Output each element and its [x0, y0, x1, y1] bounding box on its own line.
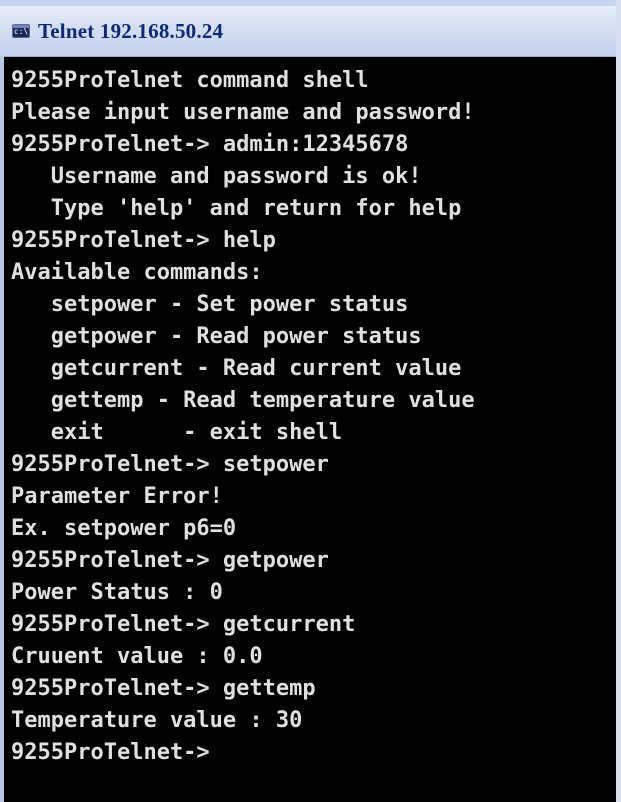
console-line: Power Status : 0: [11, 580, 223, 605]
console-line: gettemp - Read temperature value: [11, 388, 475, 413]
console-line: 9255ProTelnet-> getcurrent: [11, 612, 356, 637]
window-frame-right: [616, 0, 621, 802]
console-line: 9255ProTelnet-> getpower: [11, 548, 329, 573]
console-line: 9255ProTelnet command shell: [11, 68, 369, 93]
console-window-icon[interactable]: c:\: [12, 24, 30, 38]
console-line: 9255ProTelnet-> admin:12345678: [11, 132, 409, 157]
console-line: Username and password is ok!: [11, 164, 422, 189]
console-line: Parameter Error!: [11, 484, 223, 509]
console-line: getcurrent - Read current value: [11, 356, 462, 381]
console-line: getpower - Read power status: [11, 324, 422, 349]
console-line: setpower - Set power status: [11, 292, 409, 317]
console-line: Type 'help' and return for help: [11, 196, 462, 221]
title-bar[interactable]: c:\ Telnet 192.168.50.24: [0, 6, 616, 57]
console-line: 9255ProTelnet-> setpower: [11, 452, 329, 477]
console-line: Cruuent value : 0.0: [11, 644, 263, 669]
console-line: Ex. setpower p6=0: [11, 516, 237, 541]
console-line: Available commands:: [11, 260, 263, 285]
console-line: 9255ProTelnet-> gettemp: [11, 676, 316, 701]
window-title: Telnet 192.168.50.24: [38, 18, 224, 43]
console-line: Please input username and password!: [11, 100, 475, 125]
console-line: Temperature value : 30: [11, 708, 303, 733]
console-line: exit - exit shell: [11, 420, 343, 445]
console-output[interactable]: 9255ProTelnet command shell Please input…: [4, 57, 616, 802]
telnet-window: c:\ Telnet 192.168.50.24 9255ProTelnet c…: [0, 0, 621, 802]
console-line: 9255ProTelnet-> help: [11, 228, 276, 253]
console-prompt-line: 9255ProTelnet->: [11, 740, 210, 765]
